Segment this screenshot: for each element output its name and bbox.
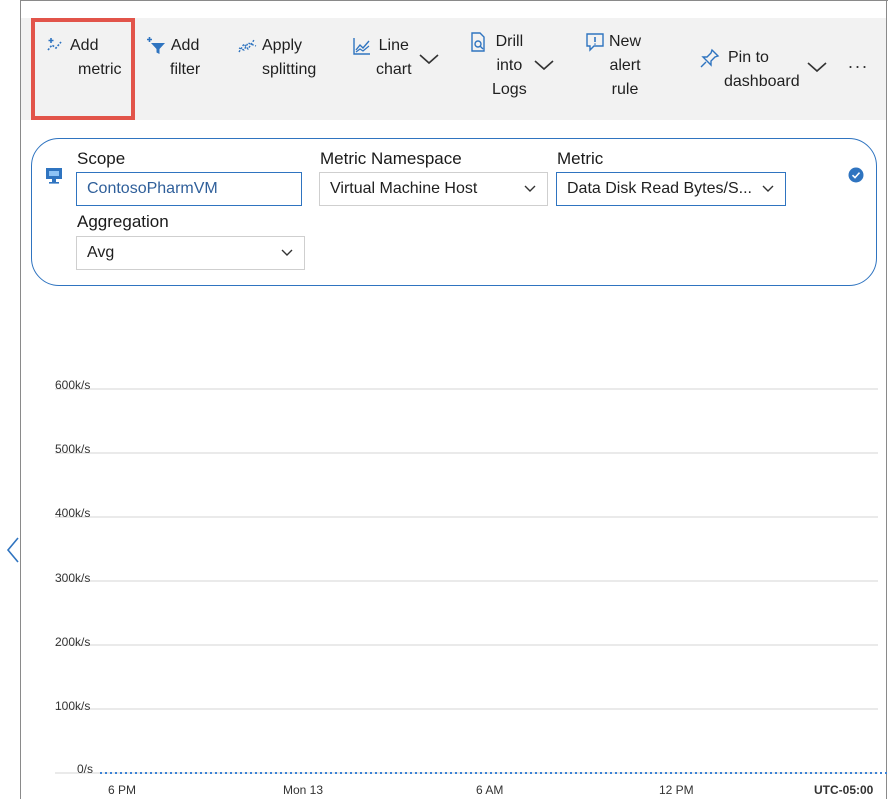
x-tick-label: Mon 13 bbox=[283, 783, 324, 797]
chevron-left-icon[interactable] bbox=[6, 536, 20, 564]
x-tick-label: 6 PM bbox=[108, 783, 137, 797]
y-tick-label: 100k/s bbox=[55, 699, 91, 713]
metric-line-chart bbox=[55, 388, 888, 774]
x-tick-label: 12 PM bbox=[659, 783, 694, 797]
y-tick-label: 600k/s bbox=[55, 378, 91, 392]
y-tick-label: 400k/s bbox=[55, 506, 91, 520]
x-tick-label: 6 AM bbox=[476, 783, 504, 797]
timezone-label: UTC-05:00 bbox=[814, 783, 874, 797]
y-tick-label: 300k/s bbox=[55, 571, 91, 585]
y-tick-label: 200k/s bbox=[55, 635, 91, 649]
y-tick-label: 0/s bbox=[77, 762, 94, 776]
y-tick-label: 500k/s bbox=[55, 442, 91, 456]
